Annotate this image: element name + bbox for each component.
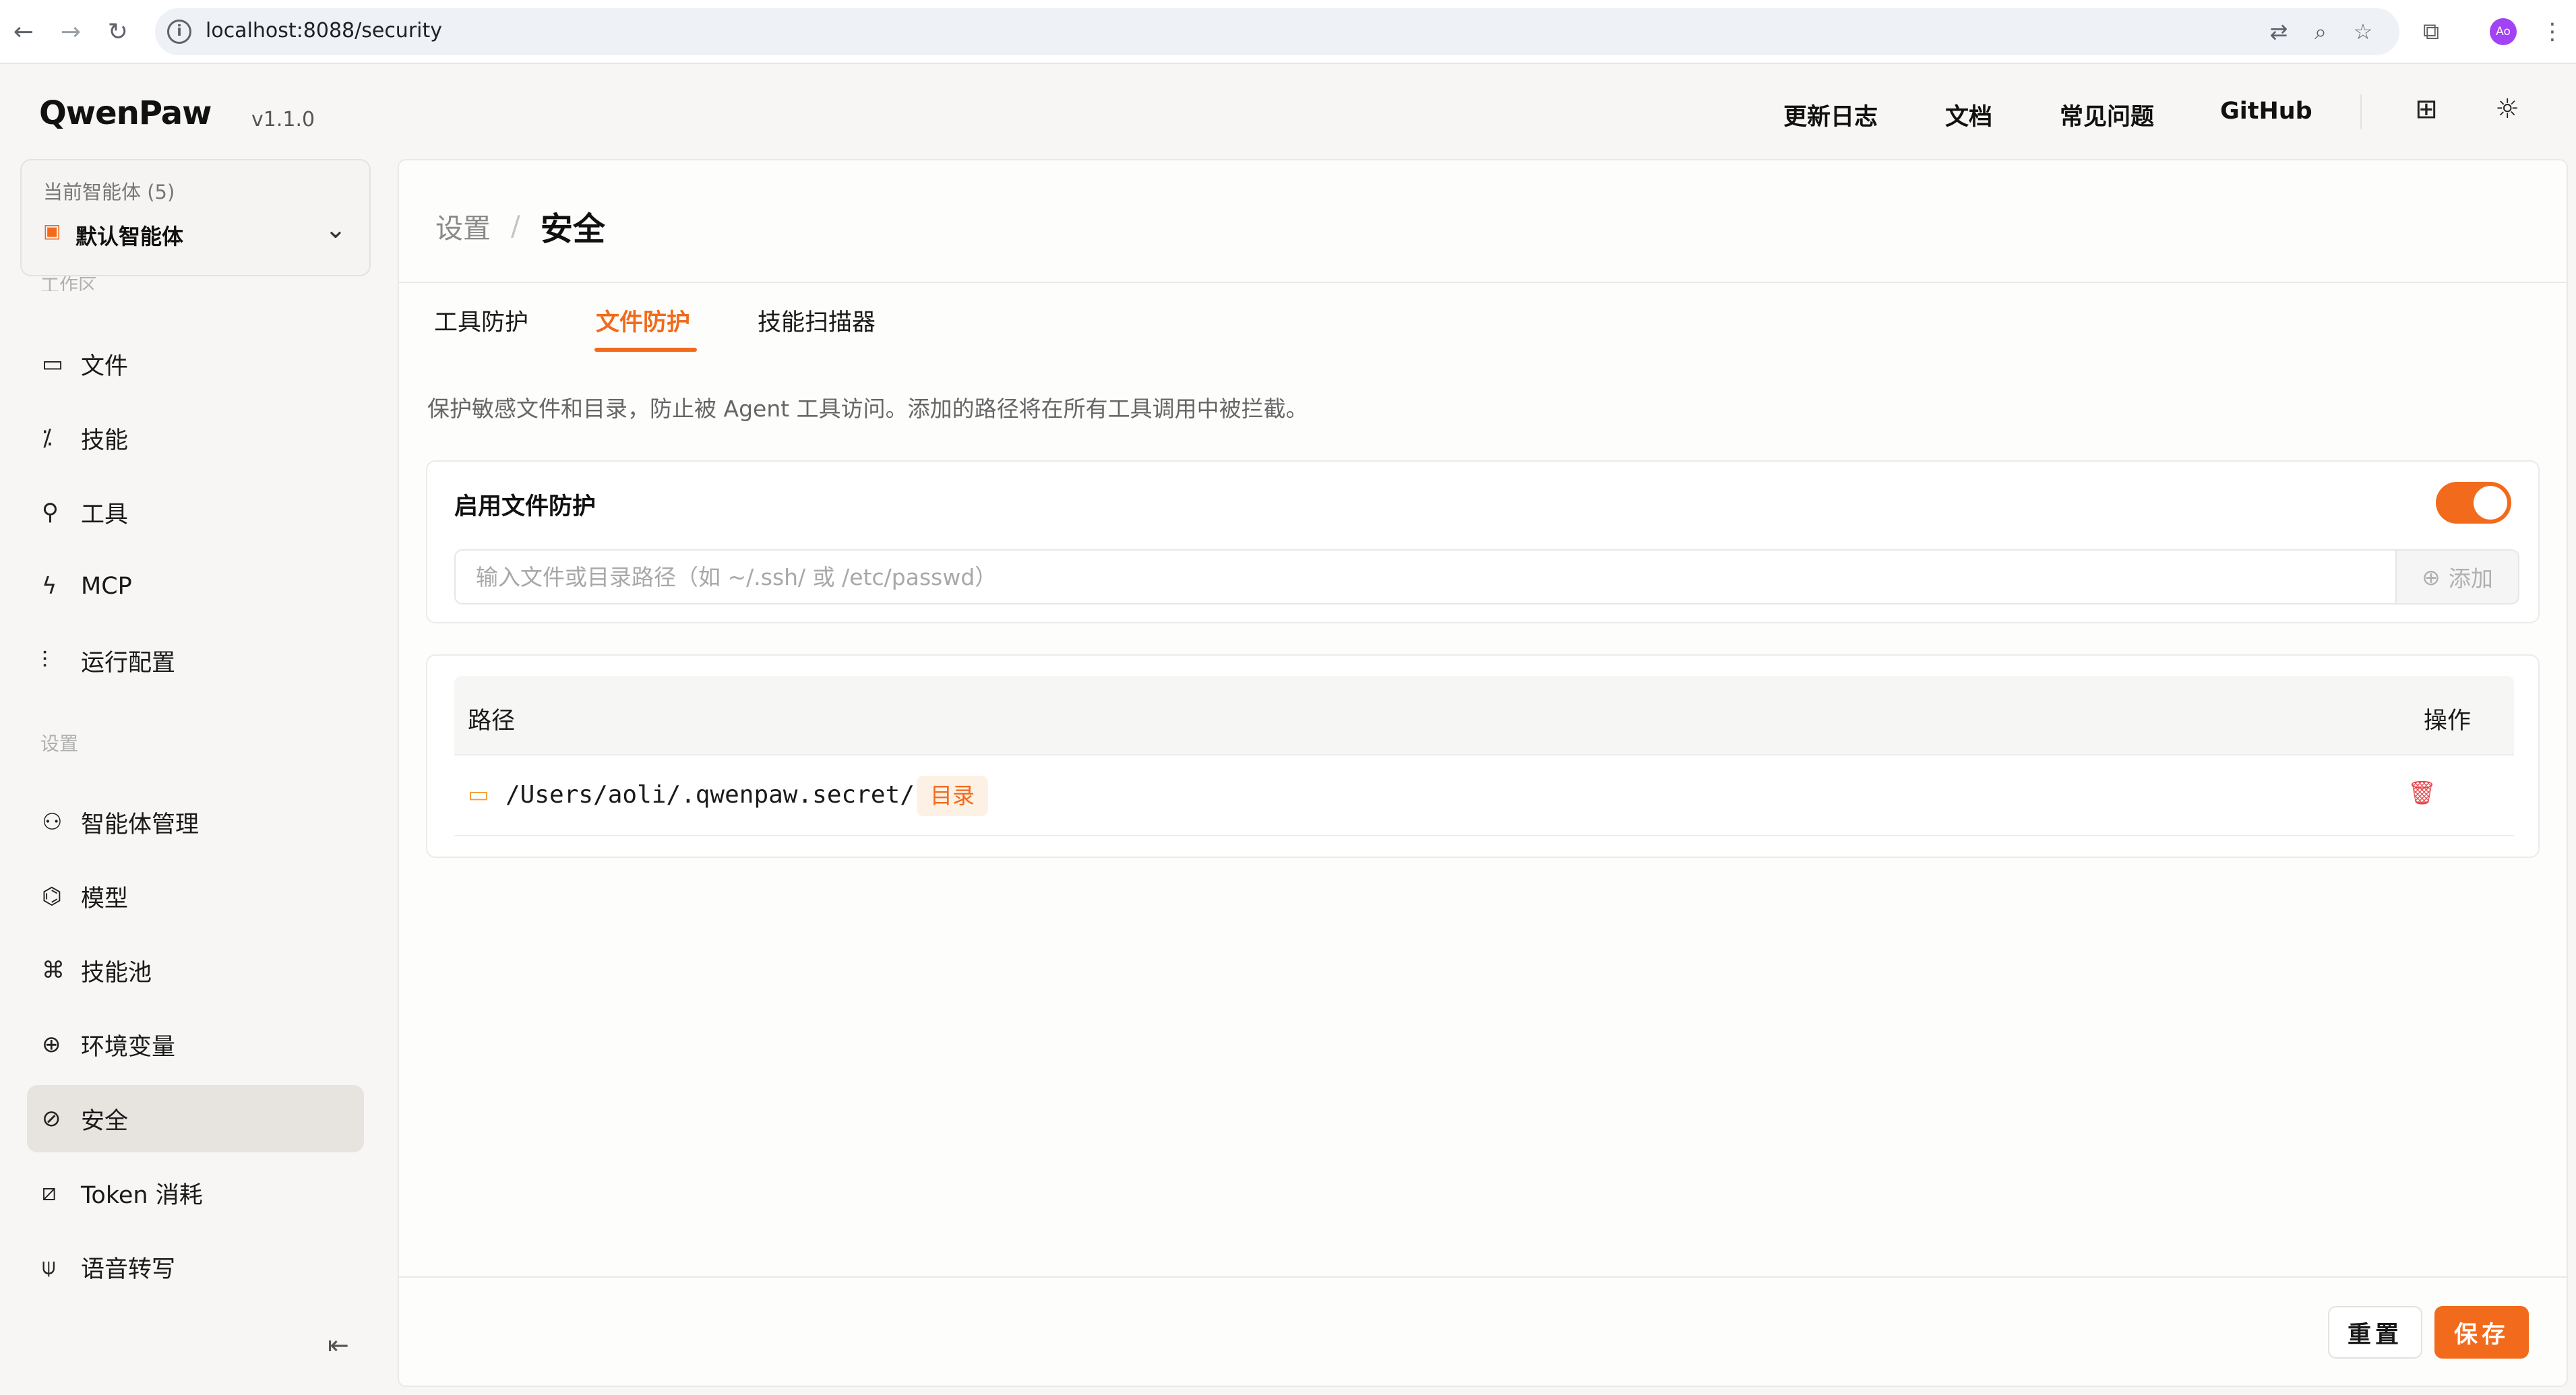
tab-skill-scanner[interactable]: 技能扫描器 — [758, 303, 876, 338]
chevron-down-icon[interactable]: ⌄ — [325, 214, 346, 244]
path-type-badge: 目录 — [917, 776, 988, 816]
sidebar-item-env-vars[interactable]: ⊕ 环境变量 — [27, 1011, 364, 1078]
header-divider — [399, 282, 2567, 283]
tab-tool-protection[interactable]: 工具防护 — [434, 303, 528, 338]
sidebar-item-label: 技能池 — [81, 959, 152, 987]
sidebar-item-label: 技能 — [81, 427, 129, 454]
enable-file-protection-label: 启用文件防护 — [454, 493, 596, 520]
active-tab-indicator — [594, 348, 697, 352]
column-header-path: 路径 — [468, 708, 516, 735]
language-icon[interactable]: ⊞ — [2409, 92, 2444, 127]
file-protection-card: 启用文件防护 ⊕ 添加 — [426, 460, 2540, 623]
sidebar-item-label: MCP — [81, 573, 132, 600]
user-gear-icon: ⚇ — [42, 809, 63, 836]
bolt-icon: ϟ — [42, 573, 57, 600]
nav-faq[interactable]: 常见问题 — [2060, 98, 2154, 132]
sidebar-item-label: Token 消耗 — [81, 1181, 203, 1209]
sidebar-item-label: 模型 — [81, 885, 129, 912]
address-bar[interactable]: i localhost:8088/security ⇄ ⌕ ☆ — [155, 8, 2399, 55]
folder-icon: ▭ — [42, 350, 64, 377]
sidebar-item-agent-management[interactable]: ⚇ 智能体管理 — [27, 788, 364, 856]
forward-icon[interactable]: → — [54, 15, 88, 49]
model-icon: ⌬ — [42, 883, 62, 910]
sidebar-item-label: 环境变量 — [81, 1033, 176, 1061]
reset-button[interactable]: 重置 — [2328, 1306, 2422, 1359]
translate-icon[interactable]: ⇄ — [2265, 18, 2293, 46]
workspace-section-label: 工作区 — [40, 274, 98, 291]
compass-icon: ⊘ — [42, 1105, 61, 1132]
app-version: v1.1.0 — [251, 108, 315, 131]
sidebar-item-tools[interactable]: ⚲ 工具 — [27, 478, 364, 546]
globe-icon: ⊕ — [42, 1031, 61, 1058]
sidebar-item-mcp[interactable]: ϟ MCP — [27, 553, 364, 620]
browser-toolbar: ← → ↻ i localhost:8088/security ⇄ ⌕ ☆ ⧉ … — [0, 0, 2576, 64]
bookmark-star-icon[interactable]: ☆ — [2349, 18, 2377, 46]
agent-name: 默认智能体 — [75, 224, 184, 249]
breadcrumb: 设置 / 安全 — [435, 202, 605, 249]
protected-paths-card: 路径 操作 ▭ /Users/aoli/.qwenpaw.secret/ 目录 … — [426, 654, 2540, 858]
agent-selector[interactable]: 当前智能体 (5) ▣ 默认智能体 ⌄ — [20, 159, 371, 276]
breadcrumb-parent[interactable]: 设置 — [435, 206, 491, 246]
sidebar-item-speech-to-text[interactable]: ⍦ 语音转写 — [27, 1233, 364, 1301]
save-button[interactable]: 保存 — [2434, 1306, 2529, 1359]
chart-icon: ⧄ — [42, 1179, 57, 1206]
page-title: 安全 — [540, 210, 605, 248]
sidebar-item-runtime-config[interactable]: ⫶ 运行配置 — [27, 627, 364, 694]
tab-file-protection[interactable]: 文件防护 — [596, 303, 690, 338]
zoom-icon[interactable]: ⌕ — [2306, 18, 2335, 46]
reload-icon[interactable]: ↻ — [101, 15, 135, 49]
sidebar-item-skills[interactable]: ⁒ 技能 — [27, 404, 364, 472]
more-menu-icon[interactable]: ⋮ — [2537, 16, 2568, 47]
nav-changelog[interactable]: 更新日志 — [1783, 98, 1878, 132]
collapse-sidebar-icon[interactable]: ⇤ — [328, 1330, 349, 1360]
security-panel: 设置 / 安全 工具防护 文件防护 技能扫描器 保护敏感文件和目录，防止被 Ag… — [398, 159, 2568, 1387]
sidebar-item-label: 文件 — [81, 352, 129, 380]
mic-icon: ⍦ — [42, 1253, 56, 1280]
sidebar-item-files[interactable]: ▭ 文件 — [27, 330, 364, 398]
extensions-icon[interactable]: ⧉ — [2416, 16, 2447, 47]
wand-icon: ⁒ — [42, 425, 53, 452]
theme-sun-icon[interactable]: ☼ — [2490, 92, 2525, 127]
nav-github[interactable]: GitHub — [2220, 98, 2312, 125]
sidebar-item-skill-pool[interactable]: ⌘ 技能池 — [27, 937, 364, 1004]
column-header-actions: 操作 — [2424, 708, 2472, 735]
folder-icon: ▭ — [468, 781, 490, 808]
sidebar-item-label: 语音转写 — [81, 1256, 176, 1283]
sidebar-item-label: 运行配置 — [81, 649, 176, 677]
nav-docs[interactable]: 文档 — [1945, 98, 1992, 132]
settings-section-label: 设置 — [40, 733, 79, 755]
table-row: ▭ /Users/aoli/.qwenpaw.secret/ 目录 🗑 — [454, 755, 2514, 836]
table-header: 路径 操作 — [454, 676, 2514, 755]
sidebar-item-label: 安全 — [81, 1107, 129, 1135]
add-path-button[interactable]: ⊕ 添加 — [2395, 549, 2519, 604]
sidebar-item-token-usage[interactable]: ⧄ Token 消耗 — [27, 1159, 364, 1227]
page-description: 保护敏感文件和目录，防止被 Agent 工具访问。添加的路径将在所有工具调用中被… — [427, 396, 1308, 422]
path-input[interactable] — [454, 549, 2395, 604]
site-info-icon[interactable]: i — [167, 20, 191, 44]
add-button-label: 添加 — [2448, 565, 2493, 592]
command-icon: ⌘ — [42, 957, 65, 984]
delete-icon[interactable]: 🗑 — [2408, 780, 2436, 807]
sidebar-item-models[interactable]: ⌬ 模型 — [27, 863, 364, 930]
sidebar-item-security[interactable]: ⊘ 安全 — [27, 1085, 364, 1152]
sidebar-item-label: 工具 — [81, 501, 129, 528]
wrench-icon: ⚲ — [42, 499, 59, 526]
protected-path: /Users/aoli/.qwenpaw.secret/ — [505, 781, 915, 809]
plus-circle-icon: ⊕ — [2422, 563, 2441, 590]
header-divider — [2360, 94, 2362, 129]
file-protection-toggle[interactable] — [2436, 482, 2511, 524]
toggle-knob — [2474, 486, 2507, 520]
robot-icon: ▣ — [43, 220, 61, 242]
sliders-icon: ⫶ — [42, 647, 48, 674]
app-logo[interactable]: QwenPaw — [39, 94, 212, 132]
breadcrumb-separator: / — [511, 210, 520, 242]
profile-avatar[interactable]: Ao — [2490, 18, 2517, 45]
back-icon[interactable]: ← — [7, 15, 40, 49]
agent-count-label: 当前智能体 (5) — [43, 181, 175, 204]
url-text: localhost:8088/security — [206, 19, 443, 42]
sidebar-item-label: 智能体管理 — [81, 811, 200, 838]
footer-divider — [399, 1276, 2567, 1278]
